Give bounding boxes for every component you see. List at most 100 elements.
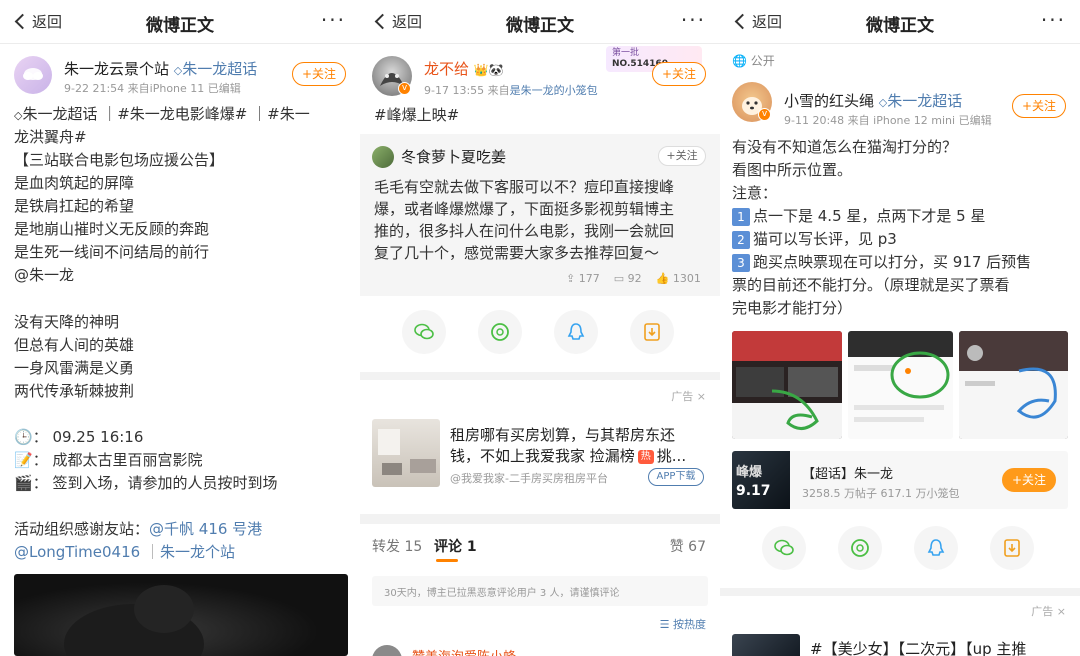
username[interactable]: 龙不给 xyxy=(424,60,469,78)
topic-tags[interactable]: 朱一龙超话 ｜#朱一龙电影峰爆# ｜#朱一 xyxy=(22,105,309,123)
super-topic-stats: 3258.5 万帖子 617.1 万小笼包 xyxy=(802,487,960,500)
more-options-icon[interactable]: ··· xyxy=(681,8,706,32)
detail-time-text: ： 09.25 16:16 xyxy=(32,428,144,446)
super-topic-diamond-icon: ◇ xyxy=(878,96,888,109)
super-topic-label[interactable]: 朱一龙超话 xyxy=(182,60,257,78)
thumbnail-date: 9.17 xyxy=(736,483,771,499)
repost-text-line: 复了几十个，感觉需要大家多去推荐回复～ xyxy=(374,244,660,262)
comment-username[interactable]: 赞美海泡爱陈小蜂 xyxy=(412,646,516,656)
moments-share-button[interactable] xyxy=(838,526,882,570)
post-text-line: 有没有不知道怎么在猫淘打分的？ xyxy=(732,138,958,156)
note-text: 跑买点映票现在可以打分，买 917 后预售 xyxy=(753,253,1032,271)
ad-title-line-2[interactable]: 钱，不如上我爱我家 捡漏榜热挑... xyxy=(450,445,686,467)
memo-icon: 📝 xyxy=(14,451,33,469)
post-image[interactable] xyxy=(14,574,348,656)
section-divider xyxy=(720,588,1080,596)
save-image-icon xyxy=(1004,539,1020,557)
ad-title-tail: 挑... xyxy=(656,447,687,465)
tab-comments[interactable]: 评论 1 xyxy=(434,536,477,556)
post-text-line: 是生死一线间不问结局的前行 xyxy=(14,243,210,261)
avatar[interactable] xyxy=(372,146,394,168)
detail-entry-text: ： 签到入场，请参加的人员按时到场 xyxy=(32,474,278,492)
repost-count: 177 xyxy=(578,272,600,285)
mention-link[interactable]: @千帆 416 号港 xyxy=(149,520,262,538)
ad-title-line[interactable]: #【美少女】【二次元】【up 主推 xyxy=(810,638,1026,656)
fan-badge-label: 第一批 xyxy=(612,48,640,58)
visibility-label: 公开 xyxy=(750,54,775,68)
super-topic-label[interactable]: 朱一龙超话 xyxy=(887,92,962,110)
more-options-icon[interactable]: ··· xyxy=(1041,8,1066,32)
follow-button[interactable]: +关注 xyxy=(1012,94,1066,118)
more-options-icon[interactable]: ··· xyxy=(321,8,346,32)
mention-link[interactable]: @朱一龙 xyxy=(14,264,74,286)
save-image-button[interactable] xyxy=(990,526,1034,570)
repost-stats: ⇪ 177 ▭ 92 👍 1301 xyxy=(566,272,701,285)
wechat-icon xyxy=(774,539,794,556)
moments-icon xyxy=(491,323,509,341)
repost-block[interactable]: 冬食萝卜夏吃姜 +关注 毛毛有空就去做下客服可以不？痘印直接搜峰 爆，或者峰爆燃… xyxy=(360,134,720,296)
avatar[interactable] xyxy=(14,56,52,94)
ad-thumbnail[interactable] xyxy=(372,419,440,487)
ad-close-icon[interactable]: × xyxy=(697,390,706,403)
ad-close-icon[interactable]: × xyxy=(1057,605,1066,618)
ad-title-line[interactable]: 租房哪有买房划算，与其帮房东还 xyxy=(450,424,675,446)
note-text: 猫可以写长评，见 p3 xyxy=(753,230,897,248)
username-row: 龙不给 👑🐼 xyxy=(424,58,504,79)
top-nav-bar: 返回 微博正文 ··· xyxy=(720,0,1080,44)
repost-text-line: 爆，或者峰爆燃爆了，下面挺多影视剪辑博主 xyxy=(374,200,675,218)
topic-tags-line-1: ◇朱一龙超话 ｜#朱一龙电影峰爆# ｜#朱一 xyxy=(14,103,310,127)
post-source-link[interactable]: 是朱一龙的小笼包 xyxy=(510,84,598,97)
qq-share-button[interactable] xyxy=(914,526,958,570)
hot-badge: 热 xyxy=(637,450,654,464)
number-badge-icon: 2 xyxy=(732,231,750,249)
topic-tags-line-2[interactable]: 龙洪翼舟# xyxy=(14,126,87,148)
sort-label: 按热度 xyxy=(673,618,706,631)
post-image[interactable] xyxy=(959,331,1068,439)
follow-button[interactable]: +关注 xyxy=(652,62,706,86)
topic-tag[interactable]: #峰爆上映# xyxy=(374,104,459,126)
page-title: 微博正文 xyxy=(866,16,934,36)
mention-link[interactable]: 朱一龙个站 xyxy=(160,543,235,561)
weibo-post-panel-3: 返回 微博正文 ··· 🌐 公开 v 小雪的红头绳 ◇朱一龙超话 9-11 20… xyxy=(720,0,1080,656)
wechat-icon xyxy=(414,323,434,340)
repost-icon[interactable]: ⇪ xyxy=(566,272,575,285)
qq-share-button[interactable] xyxy=(554,310,598,354)
tab-reposts[interactable]: 转发 15 xyxy=(372,536,422,556)
follow-button[interactable]: +关注 xyxy=(292,62,346,86)
app-download-button[interactable]: APP下载 xyxy=(648,468,704,486)
ad-label-row: 广告 × xyxy=(671,388,706,404)
username[interactable]: 小雪的红头绳 xyxy=(784,92,874,110)
comment-icon[interactable]: ▭ xyxy=(614,272,624,285)
page-title: 微博正文 xyxy=(146,16,214,36)
mention-link[interactable]: @LongTime0416 xyxy=(14,543,140,561)
post-image[interactable] xyxy=(732,331,842,439)
username[interactable]: 朱一龙云景个站 xyxy=(64,60,169,78)
repost-text-line: 毛毛有空就去做下客服可以不？痘印直接搜峰 xyxy=(374,178,675,196)
like-count: 1301 xyxy=(672,272,701,285)
wechat-share-button[interactable] xyxy=(762,526,806,570)
post-text-line: 注意： xyxy=(732,184,778,202)
ad-label: 广告 xyxy=(1031,605,1054,618)
comment-notice: 30天内，博主已拉黑恶意评论用户 3 人，请谨慎评论 xyxy=(372,576,708,606)
like-icon[interactable]: 👍 xyxy=(656,272,670,285)
super-topic-card[interactable]: 峰爆 9.17 【超话】朱一龙 3258.5 万帖子 617.1 万小笼包 +关… xyxy=(732,451,1068,509)
detail-time: 🕒： 09.25 16:16 xyxy=(14,426,143,448)
avatar[interactable] xyxy=(372,645,402,656)
save-image-button[interactable] xyxy=(630,310,674,354)
post-image[interactable] xyxy=(848,331,953,439)
thanks-label: 活动组织感谢友站： xyxy=(14,520,150,538)
repost-username[interactable]: 冬食萝卜夏吃姜 xyxy=(401,146,506,167)
clapper-icon: 🎬 xyxy=(14,474,33,492)
detail-location-text: ： 成都太古里百丽宫影院 xyxy=(32,451,203,469)
ad-thumbnail[interactable] xyxy=(732,634,800,656)
repost-follow-button[interactable]: +关注 xyxy=(658,146,706,166)
wechat-share-button[interactable] xyxy=(402,310,446,354)
top-nav-bar: 返回 微博正文 ··· xyxy=(360,0,720,44)
super-topic-follow-button[interactable]: +关注 xyxy=(1002,468,1056,492)
sort-toggle[interactable]: ☰ 按热度 xyxy=(660,616,706,632)
detail-location: 📝： 成都太古里百丽宫影院 xyxy=(14,449,202,471)
moments-share-button[interactable] xyxy=(478,310,522,354)
page-title: 微博正文 xyxy=(506,16,574,36)
tab-likes[interactable]: 赞 67 xyxy=(670,536,706,556)
super-topic-title: 【超话】朱一龙 xyxy=(802,467,894,482)
